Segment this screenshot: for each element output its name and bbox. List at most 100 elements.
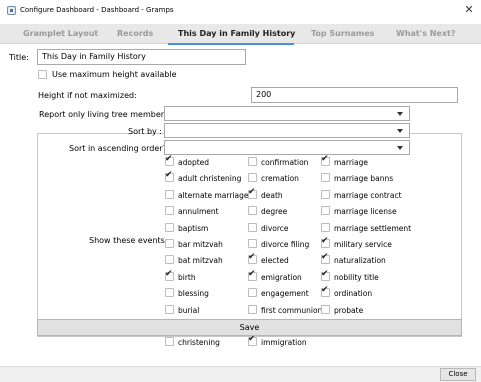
close-icon[interactable]: ✕: [463, 3, 475, 16]
event-label: christening: [178, 338, 220, 348]
event-checkbox[interactable]: [165, 271, 174, 281]
event-checkbox[interactable]: [165, 255, 174, 265]
sort-by-combo[interactable]: [164, 123, 410, 138]
event-option-degree[interactable]: degree: [248, 206, 287, 216]
event-option-emigration[interactable]: emigration: [248, 271, 302, 282]
event-label: degree: [261, 207, 288, 217]
event-checkbox[interactable]: [165, 239, 174, 248]
event-option-confirmation[interactable]: confirmation: [248, 157, 308, 167]
event-checkbox[interactable]: [321, 304, 330, 314]
event-checkbox[interactable]: [248, 173, 257, 183]
event-checkbox[interactable]: [165, 157, 174, 166]
event-label: ordination: [334, 289, 373, 299]
event-checkbox[interactable]: [165, 304, 174, 314]
chevron-down-icon: [397, 129, 403, 133]
tab-top-surnames[interactable]: Top Surnames: [311, 29, 374, 38]
event-checkbox[interactable]: [248, 222, 257, 232]
event-option-blessing[interactable]: blessing: [165, 288, 209, 298]
max-height-checkbox[interactable]: [38, 70, 47, 79]
tab-records[interactable]: Records: [117, 29, 153, 38]
event-checkbox[interactable]: [321, 206, 330, 216]
event-option-probate[interactable]: probate: [321, 304, 363, 315]
event-label: marriage banns: [334, 174, 394, 184]
dialog-footer: [0, 366, 481, 382]
event-option-marriage-contract[interactable]: marriage contract: [321, 189, 402, 200]
tab-whats-next[interactable]: What's Next?: [396, 29, 455, 38]
event-option-marriage[interactable]: marriage: [321, 157, 368, 167]
event-option-marriage-license[interactable]: marriage license: [321, 206, 397, 216]
event-checkbox[interactable]: [321, 222, 330, 232]
max-height-label: Use maximum height available: [52, 70, 177, 79]
gramps-app-icon: [7, 6, 16, 15]
event-checkbox[interactable]: [165, 222, 174, 232]
show-events-label: Show these events:: [89, 236, 168, 245]
sort-by-label: Sort by :: [128, 127, 162, 136]
event-label: nobility title: [334, 272, 379, 282]
event-option-divorce[interactable]: divorce: [248, 222, 289, 233]
event-checkbox[interactable]: [248, 206, 257, 216]
event-checkbox[interactable]: [248, 255, 257, 265]
event-option-marriage-settlement[interactable]: marriage settlement: [321, 222, 412, 233]
event-checkbox[interactable]: [165, 173, 174, 183]
event-checkbox[interactable]: [321, 288, 330, 298]
height-input[interactable]: 200: [251, 87, 458, 103]
event-checkbox[interactable]: [248, 157, 257, 166]
event-option-engagement[interactable]: engagement: [248, 288, 309, 298]
event-checkbox[interactable]: [321, 189, 330, 199]
event-option-adult-christening[interactable]: adult christening: [165, 173, 241, 183]
event-checkbox[interactable]: [248, 239, 257, 248]
event-checkbox[interactable]: [165, 189, 174, 199]
event-option-burial[interactable]: burial: [165, 304, 199, 315]
event-label: alternate marriage: [178, 190, 249, 200]
event-option-naturalization[interactable]: naturalization: [321, 255, 386, 265]
event-option-death[interactable]: death: [248, 189, 283, 200]
event-option-christening[interactable]: christening: [165, 337, 220, 347]
event-label: marriage settlement: [334, 223, 412, 233]
sort-ascending-combo[interactable]: [164, 140, 410, 155]
event-option-baptism[interactable]: baptism: [165, 222, 208, 233]
event-checkbox[interactable]: [321, 157, 330, 166]
event-checkbox[interactable]: [248, 271, 257, 281]
event-option-bar-mitzvah[interactable]: bar mitzvah: [165, 239, 223, 249]
event-option-military-service[interactable]: military service: [321, 239, 392, 249]
event-checkbox[interactable]: [165, 337, 174, 347]
event-checkbox[interactable]: [248, 337, 257, 347]
event-checkbox[interactable]: [321, 239, 330, 248]
event-label: blessing: [178, 289, 209, 299]
event-label: confirmation: [261, 158, 309, 167]
event-option-bat-mitzvah[interactable]: bat mitzvah: [165, 255, 223, 265]
tab-this-day-in-family-history[interactable]: This Day in Family History: [178, 29, 295, 38]
event-checkbox[interactable]: [321, 173, 330, 183]
event-label: birth: [178, 272, 196, 282]
event-label: emigration: [261, 272, 302, 282]
event-checkbox[interactable]: [321, 271, 330, 281]
active-tab-indicator: [168, 43, 294, 45]
event-option-first-communion[interactable]: first communion: [248, 304, 323, 315]
event-checkbox[interactable]: [165, 288, 174, 298]
save-button[interactable]: Save: [37, 319, 462, 336]
event-option-alternate-marriage[interactable]: alternate marriage: [165, 189, 249, 200]
event-option-adopted[interactable]: adopted: [165, 157, 209, 167]
living-members-combo[interactable]: [164, 106, 410, 121]
event-checkbox[interactable]: [248, 304, 257, 314]
event-option-birth[interactable]: birth: [165, 271, 196, 282]
tab-gramplet-layout[interactable]: Gramplet Layout: [23, 29, 98, 38]
event-label: marriage: [334, 158, 368, 167]
title-input[interactable]: This Day in Family History: [37, 49, 246, 65]
title-label: Title:: [9, 53, 29, 62]
event-checkbox[interactable]: [321, 255, 330, 265]
event-option-cremation[interactable]: cremation: [248, 173, 299, 183]
event-option-divorce-filing[interactable]: divorce filing: [248, 239, 309, 249]
event-option-elected[interactable]: elected: [248, 255, 289, 265]
event-label: marriage license: [334, 207, 397, 217]
event-option-annulment[interactable]: annulment: [165, 206, 219, 216]
event-label: first communion: [261, 305, 323, 315]
event-option-ordination[interactable]: ordination: [321, 288, 372, 298]
event-checkbox[interactable]: [165, 206, 174, 216]
event-option-marriage-banns[interactable]: marriage banns: [321, 173, 393, 183]
event-checkbox[interactable]: [248, 288, 257, 298]
event-option-immigration[interactable]: immigration: [248, 337, 307, 347]
close-button[interactable]: Close: [440, 368, 476, 381]
event-checkbox[interactable]: [248, 189, 257, 199]
event-option-nobility-title[interactable]: nobility title: [321, 271, 379, 282]
